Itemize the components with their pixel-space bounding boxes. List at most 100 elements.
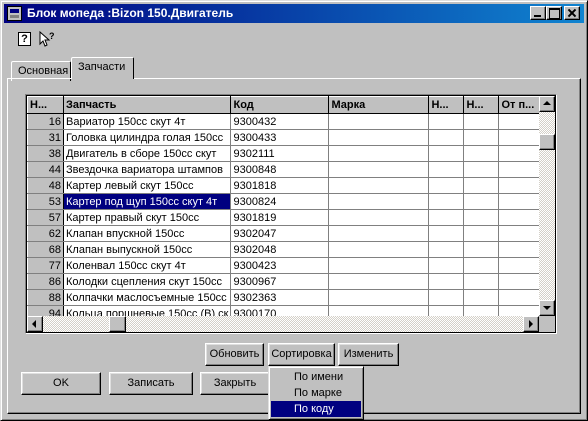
- table-row[interactable]: 38 Двигатель в сборе 150сс скут 9302111: [27, 145, 542, 162]
- brand-cell[interactable]: [328, 209, 430, 226]
- part-name-cell[interactable]: Клапан выпускной 150cc: [63, 241, 232, 258]
- column-header-n2[interactable]: Н...: [463, 96, 500, 114]
- table-row[interactable]: 88 Колпачки маслосъемные 150cc 9302363: [27, 289, 542, 306]
- sort-button[interactable]: Сортировка: [268, 343, 335, 366]
- row-number-cell[interactable]: 57: [27, 209, 64, 226]
- table-row[interactable]: 48 Картер левый скут 150cc 9301818: [27, 177, 542, 194]
- whats-this-button[interactable]: ?: [38, 30, 56, 48]
- row-number-cell[interactable]: 68: [27, 241, 64, 258]
- code-cell[interactable]: 9302048: [230, 241, 330, 258]
- table-row[interactable]: 57 Картер правый скут 150cc 9301819: [27, 209, 542, 226]
- row-number-cell[interactable]: 53: [27, 193, 64, 210]
- brand-cell[interactable]: [328, 177, 430, 194]
- row-number-cell[interactable]: 16: [27, 113, 64, 130]
- part-name-cell[interactable]: Двигатель в сборе 150сс скут: [63, 145, 232, 162]
- from-cell[interactable]: [498, 257, 542, 274]
- code-cell[interactable]: 9300432: [230, 113, 330, 130]
- minimize-button[interactable]: [530, 6, 546, 20]
- column-header-from[interactable]: От п...: [498, 96, 542, 114]
- brand-cell[interactable]: [328, 225, 430, 242]
- code-cell[interactable]: 9302047: [230, 225, 330, 242]
- n1-cell[interactable]: [428, 161, 465, 178]
- brand-cell[interactable]: [328, 289, 430, 306]
- row-number-cell[interactable]: 77: [27, 257, 64, 274]
- row-number-cell[interactable]: 62: [27, 225, 64, 242]
- row-number-cell[interactable]: 48: [27, 177, 64, 194]
- part-name-cell[interactable]: Картер левый скут 150cc: [63, 177, 232, 194]
- n2-cell[interactable]: [463, 145, 500, 162]
- from-cell[interactable]: [498, 193, 542, 210]
- code-cell[interactable]: 9300433: [230, 129, 330, 146]
- from-cell[interactable]: [498, 289, 542, 306]
- column-header-brand[interactable]: Марка: [328, 96, 430, 114]
- row-number-cell[interactable]: 44: [27, 161, 64, 178]
- column-header-code[interactable]: Код: [230, 96, 330, 114]
- scroll-up-button[interactable]: [539, 96, 555, 112]
- brand-cell[interactable]: [328, 241, 430, 258]
- table-row[interactable]: 31 Головка цилиндра голая 150cc 9300433: [27, 129, 542, 146]
- from-cell[interactable]: [498, 129, 542, 146]
- brand-cell[interactable]: [328, 145, 430, 162]
- n1-cell[interactable]: [428, 145, 465, 162]
- code-cell[interactable]: 9302111: [230, 145, 330, 162]
- parts-grid[interactable]: Н... Запчасть Код Марка Н... Н... От п..…: [25, 94, 557, 334]
- part-name-cell[interactable]: Картер правый скут 150cc: [63, 209, 232, 226]
- from-cell[interactable]: [498, 273, 542, 290]
- ok-button[interactable]: OK: [21, 372, 101, 395]
- n1-cell[interactable]: [428, 225, 465, 242]
- part-name-cell[interactable]: Клапан впускной 150cc: [63, 225, 232, 242]
- from-cell[interactable]: [498, 145, 542, 162]
- sort-by-brand-item[interactable]: По марке: [271, 385, 361, 401]
- from-cell[interactable]: [498, 225, 542, 242]
- n1-cell[interactable]: [428, 209, 465, 226]
- from-cell[interactable]: [498, 209, 542, 226]
- part-name-cell[interactable]: Коленвал 150cc скут 4т: [63, 257, 232, 274]
- part-name-cell[interactable]: Картер под щуп 150cc скут 4т: [63, 193, 232, 210]
- close-window-button[interactable]: [564, 6, 580, 20]
- help-button[interactable]: ?: [16, 30, 34, 48]
- tab-parts[interactable]: Запчасти: [71, 57, 134, 79]
- from-cell[interactable]: [498, 113, 542, 130]
- column-header-n1[interactable]: Н...: [428, 96, 465, 114]
- part-name-cell[interactable]: Головка цилиндра голая 150cc: [63, 129, 232, 146]
- code-cell[interactable]: 9301819: [230, 209, 330, 226]
- row-number-cell[interactable]: 86: [27, 273, 64, 290]
- scroll-right-button[interactable]: [523, 316, 539, 332]
- n2-cell[interactable]: [463, 225, 500, 242]
- n1-cell[interactable]: [428, 129, 465, 146]
- sort-by-name-item[interactable]: По имени: [271, 369, 361, 385]
- part-name-cell[interactable]: Колпачки маслосъемные 150cc: [63, 289, 232, 306]
- part-name-cell[interactable]: Звездочка вариатора штампов: [63, 161, 232, 178]
- n1-cell[interactable]: [428, 193, 465, 210]
- code-cell[interactable]: 9300967: [230, 273, 330, 290]
- n2-cell[interactable]: [463, 289, 500, 306]
- row-number-cell[interactable]: 31: [27, 129, 64, 146]
- n1-cell[interactable]: [428, 113, 465, 130]
- code-cell[interactable]: 9302363: [230, 289, 330, 306]
- n1-cell[interactable]: [428, 289, 465, 306]
- brand-cell[interactable]: [328, 257, 430, 274]
- edit-button[interactable]: Изменить: [338, 343, 399, 366]
- from-cell[interactable]: [498, 241, 542, 258]
- vertical-scroll-thumb[interactable]: [539, 134, 555, 150]
- n1-cell[interactable]: [428, 241, 465, 258]
- sort-by-code-item[interactable]: По коду: [271, 401, 361, 417]
- column-header-part[interactable]: Запчасть: [62, 96, 232, 114]
- n2-cell[interactable]: [463, 193, 500, 210]
- code-cell[interactable]: 9301818: [230, 177, 330, 194]
- table-row[interactable]: 62 Клапан впускной 150cc 9302047: [27, 225, 542, 242]
- n2-cell[interactable]: [463, 241, 500, 258]
- table-row[interactable]: 77 Коленвал 150cc скут 4т 9300423: [27, 257, 542, 274]
- brand-cell[interactable]: [328, 129, 430, 146]
- code-cell[interactable]: 9300423: [230, 257, 330, 274]
- n2-cell[interactable]: [463, 209, 500, 226]
- horizontal-scroll-thumb[interactable]: [109, 316, 126, 332]
- code-cell[interactable]: 9300824: [230, 193, 330, 210]
- close-button[interactable]: Закрыть: [200, 372, 270, 395]
- save-button[interactable]: Записать: [109, 372, 193, 395]
- n2-cell[interactable]: [463, 113, 500, 130]
- part-name-cell[interactable]: Колодки сцепления скут 150cc: [63, 273, 232, 290]
- from-cell[interactable]: [498, 177, 542, 194]
- n2-cell[interactable]: [463, 257, 500, 274]
- vertical-scrollbar[interactable]: [539, 96, 555, 316]
